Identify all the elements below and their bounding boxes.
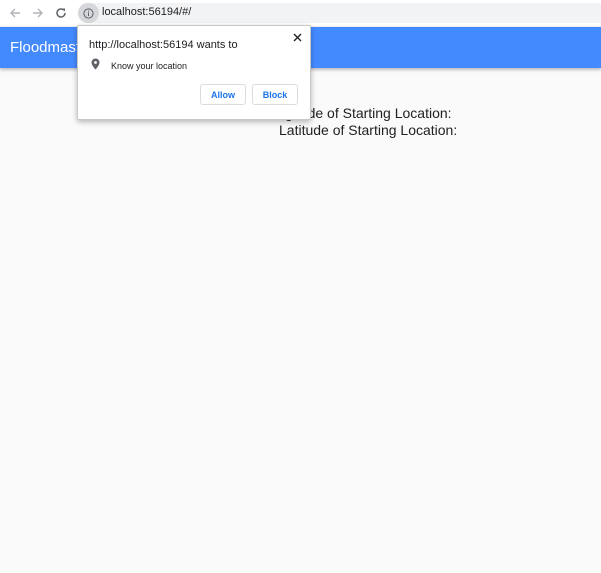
- close-icon[interactable]: [290, 30, 304, 44]
- permission-label: Know your location: [111, 61, 188, 71]
- info-icon[interactable]: [78, 3, 99, 23]
- url-text: localhost:56194/#/: [102, 6, 192, 18]
- permission-row: Know your location: [91, 57, 188, 75]
- block-button[interactable]: Block: [252, 84, 298, 105]
- location-permission-popup: http://localhost:56194 wants to Know you…: [77, 25, 311, 120]
- reload-icon[interactable]: [52, 4, 70, 22]
- latitude-label: Latitude of Starting Location:: [279, 122, 458, 138]
- back-arrow-icon[interactable]: [6, 4, 24, 22]
- address-bar[interactable]: localhost:56194/#/: [78, 3, 601, 23]
- browser-toolbar: localhost:56194/#/: [0, 0, 601, 27]
- allow-button[interactable]: Allow: [200, 84, 246, 105]
- location-pin-icon: [91, 57, 100, 75]
- forward-arrow-icon[interactable]: [29, 4, 47, 22]
- popup-heading: http://localhost:56194 wants to: [89, 39, 238, 51]
- app-title: Floodmast: [10, 39, 81, 56]
